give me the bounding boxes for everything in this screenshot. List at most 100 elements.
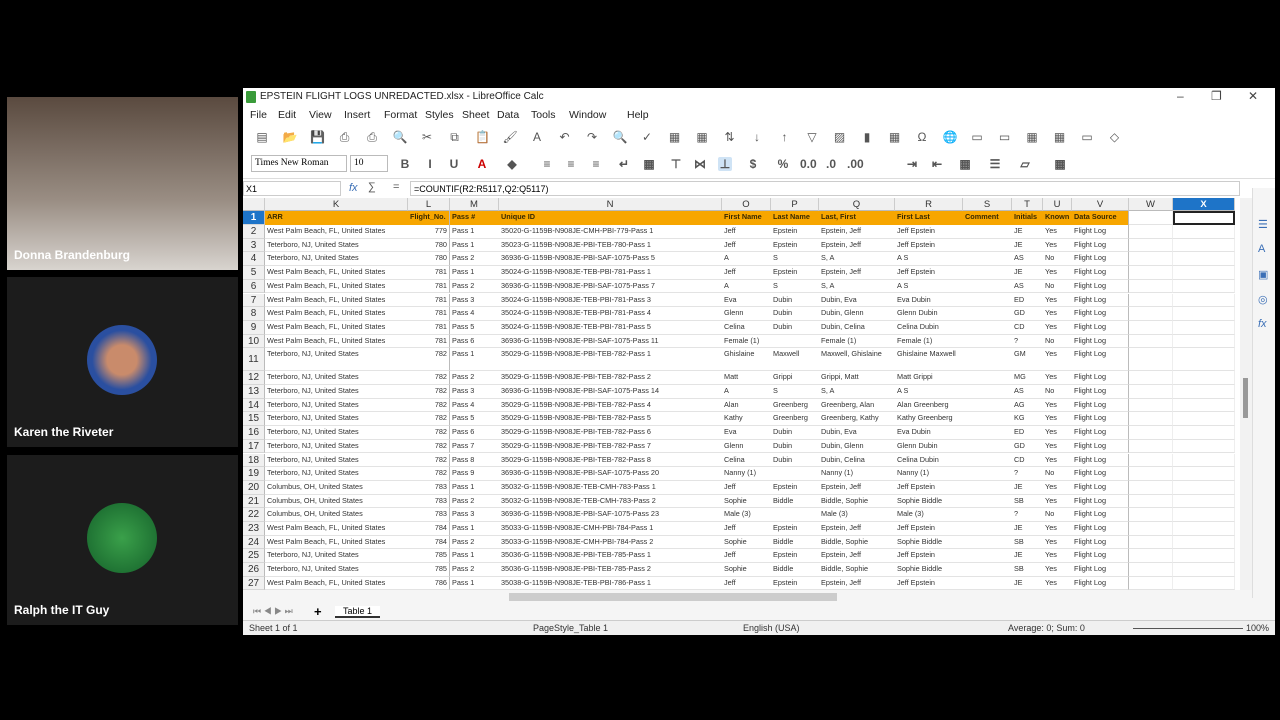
cell[interactable]: Jeff Epstein — [895, 266, 963, 280]
empty-cell[interactable] — [1173, 522, 1235, 536]
save-icon[interactable]: 💾 — [310, 130, 325, 144]
cell[interactable] — [963, 307, 1012, 321]
column-header-q[interactable]: Q — [819, 198, 895, 211]
freeze-icon[interactable]: ▦ — [1053, 130, 1067, 144]
cell[interactable]: Epstein — [771, 225, 819, 239]
cell[interactable]: Sophie Biddle — [895, 495, 963, 509]
empty-cell[interactable] — [1173, 252, 1235, 267]
cell[interactable]: Dubin, Celina — [819, 454, 895, 468]
cell[interactable]: 35038-G-1159B-N908JE-TEB-PBI-786-Pass 1 — [499, 577, 722, 590]
column-header-x[interactable]: X — [1173, 198, 1235, 211]
row-header[interactable]: 13 — [243, 385, 265, 399]
row-header[interactable]: 3 — [243, 238, 265, 253]
cell[interactable]: 782 — [408, 412, 450, 427]
empty-cell[interactable] — [1173, 307, 1235, 321]
cell[interactable] — [771, 508, 819, 522]
cell[interactable]: S, A — [819, 385, 895, 399]
cell[interactable]: Dubin, Celina — [819, 321, 895, 335]
cell[interactable]: 36936-G-1159B-N908JE-PBI-SAF-1075-Pass 1… — [499, 335, 722, 349]
empty-cell[interactable] — [1173, 535, 1235, 550]
empty-cell[interactable] — [1129, 563, 1173, 577]
cell[interactable]: No — [1043, 280, 1072, 294]
header-cell[interactable]: First Last — [895, 211, 963, 225]
cell[interactable]: 36936-G-1159B-N908JE-PBI-SAF-1075-Pass 5 — [499, 252, 722, 267]
cell[interactable]: No — [1043, 508, 1072, 522]
cell[interactable]: Dubin, Glenn — [819, 440, 895, 454]
cell[interactable]: Pass 3 — [450, 294, 499, 308]
menu-file[interactable]: File — [250, 109, 267, 121]
menu-sheet[interactable]: Sheet — [462, 109, 489, 121]
cell[interactable]: Pass 3 — [450, 508, 499, 522]
empty-cell[interactable] — [1173, 453, 1235, 468]
cell[interactable]: Pass 1 — [450, 266, 499, 280]
menu-insert[interactable]: Insert — [344, 109, 370, 121]
cell[interactable]: Flight Log — [1072, 576, 1129, 590]
cell[interactable]: Flight Log — [1072, 252, 1129, 267]
header-cell[interactable]: Known — [1043, 211, 1072, 225]
spelling-icon[interactable]: ✓ — [640, 130, 654, 144]
cell[interactable]: Teterboro, NJ, United States — [265, 371, 408, 385]
cell[interactable]: Grippi — [771, 371, 819, 385]
properties-icon[interactable]: ☰ — [1258, 218, 1268, 231]
cell[interactable]: Flight Log — [1072, 307, 1129, 321]
split-window-icon[interactable]: ▭ — [1080, 130, 1094, 144]
empty-cell[interactable] — [1173, 211, 1235, 225]
cell[interactable]: Eva — [722, 294, 771, 308]
cell[interactable] — [963, 280, 1012, 294]
delete-decimal-icon[interactable]: .00 — [847, 157, 864, 171]
cell[interactable]: Sophie — [722, 495, 771, 509]
cell[interactable]: Alan — [722, 399, 771, 413]
cell[interactable]: ? — [1012, 508, 1043, 522]
cell[interactable]: Epstein, Jeff — [819, 225, 895, 239]
sum-icon[interactable]: ∑ — [368, 181, 376, 193]
cell[interactable]: Nanny (1) — [895, 467, 963, 481]
row-header[interactable]: 21 — [243, 494, 265, 509]
cell[interactable] — [963, 294, 1012, 308]
cell[interactable]: Yes — [1043, 440, 1072, 454]
cell[interactable]: Jeff — [722, 266, 771, 280]
cell[interactable]: 35029-G-1159B-N908JE-PBI-TEB-782-Pass 5 — [499, 412, 722, 427]
cell[interactable]: Yes — [1043, 307, 1072, 321]
cell[interactable]: Yes — [1043, 321, 1072, 335]
cell[interactable]: Yes — [1043, 536, 1072, 550]
cell[interactable]: Biddle, Sophie — [819, 536, 895, 550]
cell[interactable]: Teterboro, NJ, United States — [265, 426, 408, 440]
cell[interactable]: West Palm Beach, FL, United States — [265, 577, 408, 590]
cell[interactable]: GD — [1012, 307, 1043, 321]
empty-cell[interactable] — [1129, 453, 1173, 468]
cell[interactable]: Pass 4 — [450, 399, 499, 413]
cell[interactable]: West Palm Beach, FL, United States — [265, 522, 408, 536]
cell[interactable]: 35036-G-1159B-N908JE-PBI-TEB-785-Pass 1 — [499, 549, 722, 564]
cell[interactable]: 35036-G-1159B-N908JE-PBI-TEB-785-Pass 2 — [499, 563, 722, 577]
cell[interactable]: 35029-G-1159B-N908JE-PBI-TEB-782-Pass 4 — [499, 399, 722, 413]
column-header-o[interactable]: O — [722, 198, 771, 211]
sort-icon[interactable]: ⇅ — [723, 130, 737, 144]
cell[interactable]: Yes — [1043, 412, 1072, 427]
cell[interactable]: Jeff Epstein — [895, 522, 963, 536]
cell[interactable] — [963, 440, 1012, 454]
cell[interactable]: Yes — [1043, 454, 1072, 468]
export-pdf-icon[interactable]: ⎙ — [338, 130, 352, 144]
header-cell[interactable]: First Name — [722, 211, 771, 225]
cell[interactable]: Yes — [1043, 399, 1072, 413]
cell[interactable]: 36936-G-1159B-N908JE-PBI-SAF-1075-Pass 1… — [499, 385, 722, 399]
cell[interactable]: Yes — [1043, 577, 1072, 590]
cell[interactable]: Eva — [722, 426, 771, 440]
cell[interactable]: 779 — [408, 225, 450, 239]
cell[interactable]: ED — [1012, 426, 1043, 440]
header-cell[interactable]: Flight_No. — [408, 211, 450, 225]
special-character-icon[interactable]: Ω — [915, 130, 929, 144]
empty-cell[interactable] — [1129, 252, 1173, 267]
cell[interactable]: Pass 1 — [450, 481, 499, 495]
empty-cell[interactable] — [1129, 412, 1173, 427]
cell[interactable]: A — [722, 252, 771, 267]
cell[interactable]: Flight Log — [1072, 439, 1129, 454]
cell[interactable]: 35024-G-1159B-N908JE-TEB-PBI-781-Pass 1 — [499, 266, 722, 280]
menu-window[interactable]: Window — [569, 109, 606, 121]
empty-cell[interactable] — [1173, 320, 1235, 335]
gallery-icon[interactable]: ▣ — [1258, 268, 1268, 281]
cell[interactable]: 35033-G-1159B-N908JE-CMH-PBI-784-Pass 2 — [499, 536, 722, 550]
cell[interactable]: Flight Log — [1072, 426, 1129, 440]
cell[interactable]: KG — [1012, 412, 1043, 427]
sort-desc-icon[interactable]: ↑ — [778, 130, 792, 144]
